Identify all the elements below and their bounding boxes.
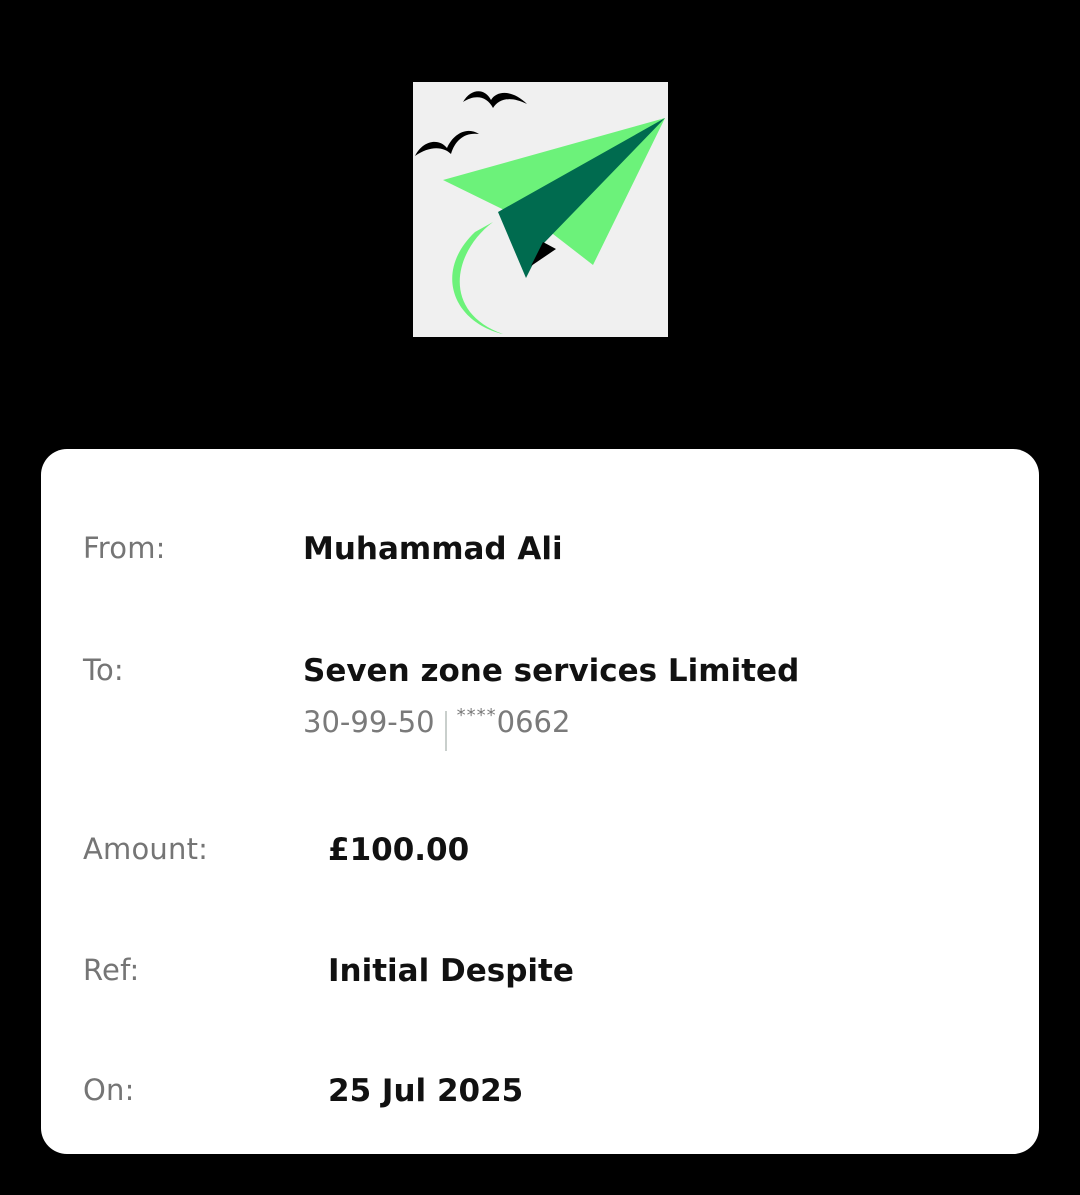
amount-label: Amount: [83,832,209,866]
ref-value: Initial Despite [328,953,574,989]
to-value: Seven zone services Limited [303,653,800,689]
from-label: From: [83,531,166,565]
account-number: 0662 [496,705,571,739]
date-label: On: [83,1073,135,1107]
ref-label: Ref: [83,953,140,987]
paper-plane-logo [413,82,668,337]
paper-plane-icon [415,91,665,334]
account-divider [444,711,447,751]
account-details: 30-99-50 **** 0662 [303,705,570,751]
date-value: 25 Jul 2025 [328,1073,524,1109]
from-value: Muhammad Ali [303,531,563,567]
sort-code: 30-99-50 [303,705,435,739]
account-mask: **** [456,705,497,726]
transfer-details-card: From: Muhammad Ali To: Seven zone servic… [41,449,1039,1154]
to-label: To: [83,653,124,687]
amount-value: £100.00 [328,832,470,868]
